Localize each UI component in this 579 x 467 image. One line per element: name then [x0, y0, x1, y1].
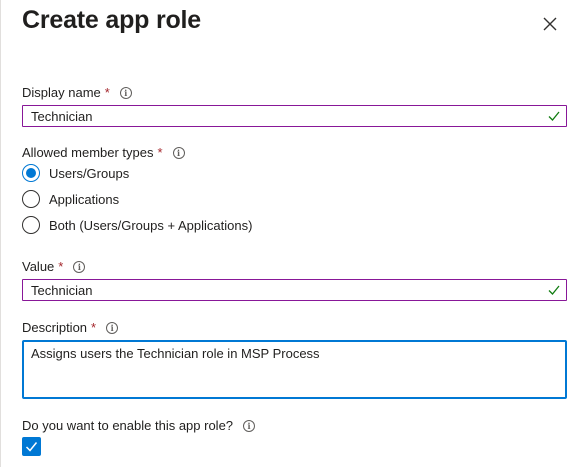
enable-label: Do you want to enable this app role? i: [22, 418, 256, 433]
required-asterisk: *: [91, 320, 97, 335]
radio-users-groups[interactable]: Users/Groups: [22, 164, 129, 182]
required-asterisk: *: [104, 85, 110, 100]
description-label-text: Description: [22, 320, 88, 335]
radio-both[interactable]: Both (Users/Groups + Applications): [22, 216, 252, 234]
display-name-label: Display name * i: [22, 85, 132, 100]
panel-left-border: [0, 0, 1, 467]
value-input[interactable]: Technician: [22, 279, 567, 301]
close-icon: [543, 17, 557, 31]
radio-label: Applications: [49, 191, 120, 207]
required-asterisk: *: [58, 259, 64, 274]
display-name-value: Technician: [31, 108, 93, 124]
valid-check-icon: [548, 285, 560, 295]
close-button[interactable]: [538, 12, 562, 36]
enable-label-text: Do you want to enable this app role?: [22, 418, 234, 433]
info-icon[interactable]: i: [172, 146, 185, 159]
radio-applications[interactable]: Applications: [22, 190, 119, 208]
display-name-input[interactable]: Technician: [22, 105, 567, 127]
member-types-label: Allowed member types * i: [22, 145, 185, 160]
value-label-text: Value: [22, 259, 55, 274]
enable-app-role-checkbox[interactable]: [22, 437, 41, 456]
panel-title: Create app role: [22, 6, 202, 34]
member-types-label-text: Allowed member types: [22, 145, 154, 160]
create-app-role-panel: Create app role Display name * i Technic…: [0, 0, 579, 467]
description-value: Assigns users the Technician role in MSP…: [31, 346, 320, 361]
description-textarea[interactable]: Assigns users the Technician role in MSP…: [22, 340, 567, 399]
display-name-label-text: Display name: [22, 85, 101, 100]
radio-button[interactable]: [22, 190, 40, 208]
info-icon[interactable]: i: [243, 419, 256, 432]
info-icon[interactable]: i: [106, 321, 119, 334]
valid-check-icon: [548, 111, 560, 121]
info-icon[interactable]: i: [73, 260, 86, 273]
value-label: Value * i: [22, 259, 86, 274]
radio-label: Users/Groups: [49, 165, 130, 181]
description-label: Description * i: [22, 320, 119, 335]
required-asterisk: *: [157, 145, 163, 160]
info-icon[interactable]: i: [119, 86, 132, 99]
value-field-value: Technician: [31, 282, 93, 298]
checkmark-icon: [25, 442, 38, 452]
radio-button[interactable]: [22, 216, 40, 234]
radio-button-checked[interactable]: [22, 164, 40, 182]
radio-label: Both (Users/Groups + Applications): [49, 217, 253, 233]
